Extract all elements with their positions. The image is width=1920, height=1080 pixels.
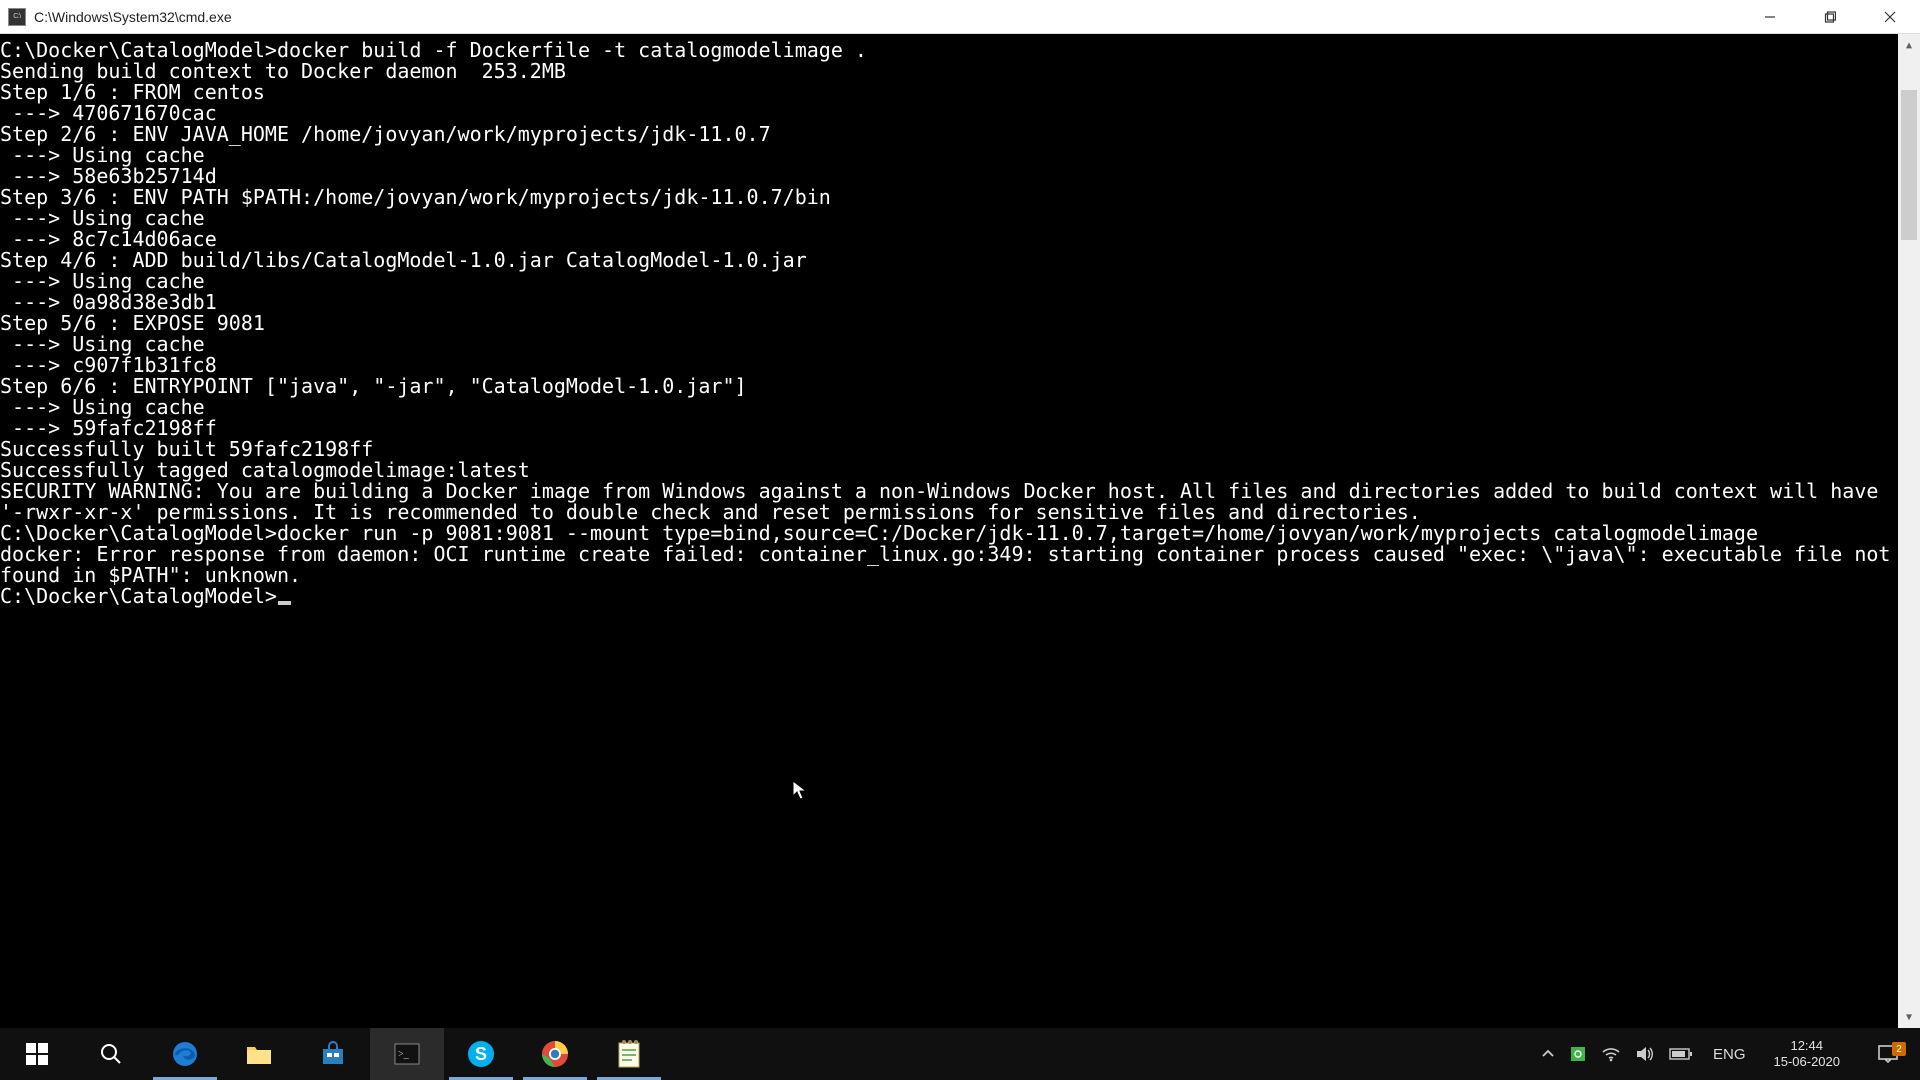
windows-logo-icon (26, 1043, 48, 1065)
terminal-line: Step 3/6 : ENV PATH $PATH:/home/jovyan/w… (0, 187, 1898, 208)
store-icon (320, 1041, 346, 1067)
volume-icon (1635, 1045, 1655, 1063)
terminal-line: Sending build context to Docker daemon 2… (0, 61, 1898, 82)
language-indicator[interactable]: ENG (1707, 1046, 1752, 1063)
chevron-up-icon (1541, 1047, 1555, 1061)
terminal-line: ---> c907f1b31fc8 (0, 355, 1898, 376)
terminal-line: ---> Using cache (0, 334, 1898, 355)
taskbar-app-file-explorer[interactable] (222, 1028, 296, 1080)
terminal-line: Successfully built 59fafc2198ff (0, 439, 1898, 460)
terminal-line: C:\Docker\CatalogModel>docker run -p 908… (0, 523, 1898, 544)
terminal-line: ---> Using cache (0, 208, 1898, 229)
close-button[interactable] (1860, 0, 1920, 34)
terminal-line: Step 4/6 : ADD build/libs/CatalogModel-1… (0, 250, 1898, 271)
wifi-icon (1601, 1046, 1621, 1062)
taskbar-app-chrome[interactable] (518, 1028, 592, 1080)
tray-battery-icon[interactable] (1669, 1047, 1693, 1061)
terminal-line: Step 2/6 : ENV JAVA_HOME /home/jovyan/wo… (0, 124, 1898, 145)
terminal-line: ---> Using cache (0, 145, 1898, 166)
terminal-line: C:\Docker\CatalogModel>docker build -f D… (0, 40, 1898, 61)
tray-wifi-icon[interactable] (1601, 1046, 1621, 1062)
system-tray: ENG 12:44 15-06-2020 2 (1535, 1028, 1920, 1080)
scroll-up-button[interactable]: ▲ (1898, 34, 1920, 56)
title-bar: C:\ C:\Windows\System32\cmd.exe (0, 0, 1920, 34)
tray-volume-icon[interactable] (1635, 1045, 1655, 1063)
terminal-line: docker: Error response from daemon: OCI … (0, 544, 1898, 586)
search-button[interactable] (74, 1028, 148, 1080)
scroll-track[interactable] (1898, 56, 1920, 1006)
notepad-icon (616, 1040, 642, 1068)
start-button[interactable] (0, 1028, 74, 1080)
chrome-icon (541, 1040, 569, 1068)
minimize-button[interactable] (1740, 0, 1800, 34)
terminal-line: ---> 470671670cac (0, 103, 1898, 124)
taskbar: >_ S (0, 1028, 1920, 1080)
terminal-line: SECURITY WARNING: You are building a Doc… (0, 481, 1898, 523)
minimize-icon (1764, 11, 1776, 23)
clock-date: 15-06-2020 (1774, 1054, 1841, 1070)
terminal-output[interactable]: C:\Docker\CatalogModel>docker build -f D… (0, 34, 1898, 1028)
notification-badge: 2 (1892, 1042, 1906, 1056)
terminal-prompt: C:\Docker\CatalogModel> (0, 586, 1898, 607)
clock-time: 12:44 (1774, 1038, 1841, 1054)
taskbar-app-skype[interactable]: S (444, 1028, 518, 1080)
folder-icon (245, 1041, 273, 1067)
terminal-line: Step 5/6 : EXPOSE 9081 (0, 313, 1898, 334)
skype-icon: S (467, 1040, 495, 1068)
maximize-button[interactable] (1800, 0, 1860, 34)
terminal-cursor (278, 601, 291, 605)
taskbar-app-cmd[interactable]: >_ (370, 1028, 444, 1080)
edge-icon (171, 1040, 199, 1068)
window-title: C:\Windows\System32\cmd.exe (34, 9, 232, 25)
close-icon (1884, 11, 1896, 23)
svg-text:S: S (475, 1044, 487, 1064)
terminal-line: Successfully tagged catalogmodelimage:la… (0, 460, 1898, 481)
search-icon (100, 1043, 122, 1065)
taskbar-app-store[interactable] (296, 1028, 370, 1080)
vertical-scrollbar[interactable]: ▲ ▼ (1898, 34, 1920, 1028)
cmd-icon: >_ (394, 1043, 420, 1065)
terminal-line: ---> 0a98d38e3db1 (0, 292, 1898, 313)
terminal-line: Step 6/6 : ENTRYPOINT ["java", "-jar", "… (0, 376, 1898, 397)
tray-sync-icon[interactable] (1569, 1045, 1587, 1063)
terminal-line: Step 1/6 : FROM centos (0, 82, 1898, 103)
battery-icon (1669, 1047, 1693, 1061)
clock[interactable]: 12:44 15-06-2020 (1766, 1038, 1849, 1069)
terminal-line: ---> 8c7c14d06ace (0, 229, 1898, 250)
scroll-down-button[interactable]: ▼ (1898, 1006, 1920, 1028)
svg-text:>_: >_ (398, 1049, 410, 1060)
scroll-thumb[interactable] (1901, 90, 1917, 240)
taskbar-app-notepad[interactable] (592, 1028, 666, 1080)
terminal-line: ---> Using cache (0, 397, 1898, 418)
terminal-line: ---> Using cache (0, 271, 1898, 292)
cmd-app-icon: C:\ (8, 8, 26, 26)
sync-icon (1569, 1045, 1587, 1063)
action-center-button[interactable]: 2 (1862, 1044, 1914, 1064)
terminal-line: ---> 59fafc2198ff (0, 418, 1898, 439)
tray-show-hidden-icon[interactable] (1541, 1047, 1555, 1061)
terminal-line: ---> 58e63b25714d (0, 166, 1898, 187)
taskbar-app-edge[interactable] (148, 1028, 222, 1080)
maximize-icon (1824, 11, 1836, 23)
